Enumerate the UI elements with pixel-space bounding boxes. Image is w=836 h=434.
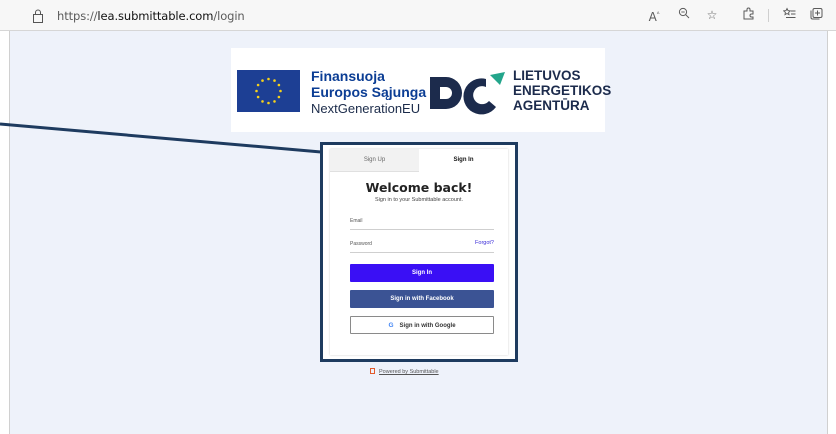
- tab-sign-up[interactable]: Sign Up: [330, 149, 419, 172]
- forgot-password-link[interactable]: Forgot?: [475, 240, 494, 246]
- add-favorite-icon[interactable]: ☆: [704, 7, 720, 23]
- zoom-icon[interactable]: [676, 7, 692, 23]
- lea-logo: [430, 72, 505, 115]
- google-button-label: Sign in with Google: [399, 323, 456, 329]
- lea-line-1: LIETUVOS: [513, 68, 581, 83]
- toolbar-separator: [768, 9, 769, 22]
- collections-icon[interactable]: [808, 7, 824, 23]
- eu-funding-text: Finansuoja Europos Sąjunga NextGeneratio…: [311, 68, 426, 117]
- password-field[interactable]: Password Forgot?: [350, 237, 494, 253]
- eu-line-2: Europos Sąjunga: [311, 84, 427, 100]
- facebook-sign-in-button[interactable]: Sign in with Facebook: [350, 290, 494, 308]
- lea-text: LIETUVOS ENERGETIKOS AGENTŪRA: [513, 68, 611, 113]
- submittable-icon: [370, 368, 375, 374]
- login-subtitle: Sign in to your Submittable account.: [374, 197, 464, 203]
- page-info-icon[interactable]: [32, 9, 44, 23]
- lea-line-2: ENERGETIKOS: [513, 83, 612, 98]
- powered-by-text: Powered by Submittable: [379, 369, 439, 375]
- browser-toolbar: https://lea.submittable.com/login Aᴬ ☆: [0, 0, 836, 31]
- favorites-icon[interactable]: [781, 7, 797, 23]
- read-aloud-icon[interactable]: Aᴬ: [646, 7, 662, 24]
- eu-flag-logo: [237, 70, 300, 112]
- email-field[interactable]: Email: [350, 214, 494, 230]
- lea-line-3: AGENTŪRA: [513, 98, 590, 113]
- funding-banner: Finansuoja Europos Sąjunga NextGeneratio…: [231, 48, 611, 132]
- login-title: Welcome back!: [365, 180, 473, 195]
- google-sign-in-button[interactable]: G Sign in with Google: [350, 316, 494, 334]
- annotation-highlight-box: Sign Up Sign In Welcome back! Sign in to…: [320, 142, 518, 362]
- tab-sign-in[interactable]: Sign In: [419, 149, 508, 172]
- eu-line-1: Finansuoja: [311, 68, 385, 84]
- login-card: Sign Up Sign In Welcome back! Sign in to…: [330, 149, 508, 355]
- sign-in-button[interactable]: Sign In: [350, 264, 494, 282]
- url-text[interactable]: https://lea.submittable.com/login: [57, 9, 245, 23]
- powered-by-link[interactable]: Powered by Submittable: [370, 368, 439, 375]
- password-label: Password: [350, 241, 372, 247]
- eu-line-3: NextGenerationEU: [311, 101, 421, 116]
- email-label: Email: [350, 218, 363, 224]
- extensions-icon[interactable]: [740, 7, 756, 23]
- google-icon: G: [388, 322, 394, 329]
